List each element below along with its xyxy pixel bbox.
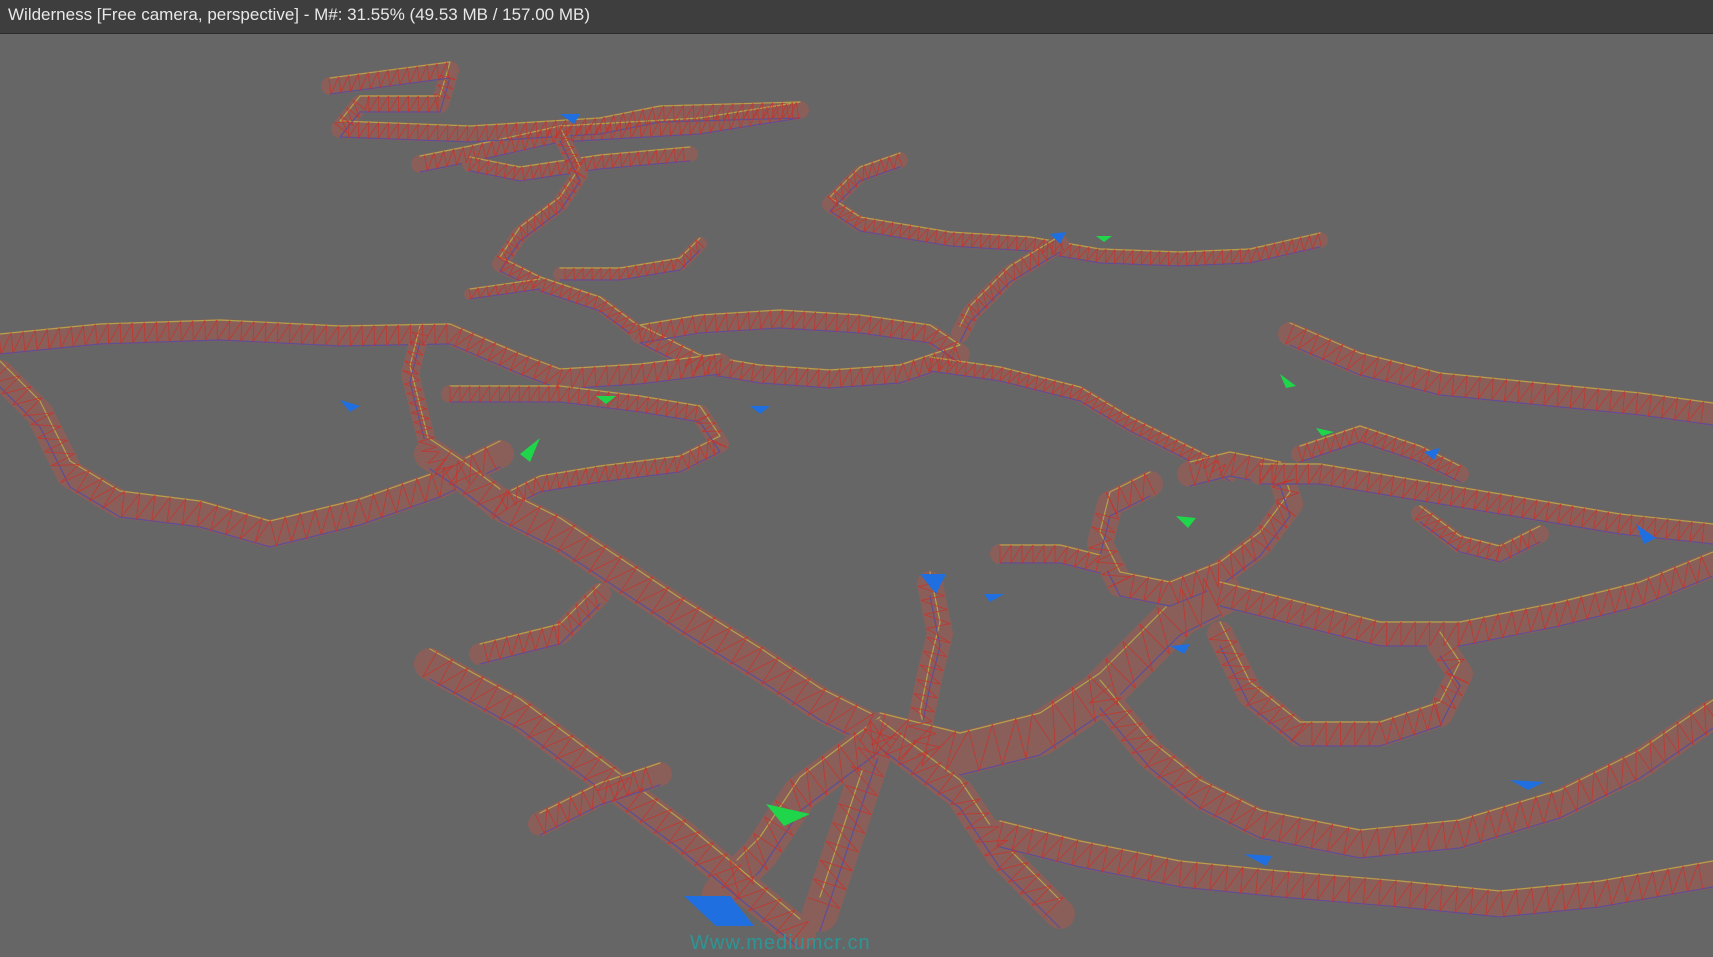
- navmesh-path-25: [1207, 551, 1713, 647]
- mesh-edge: [421, 450, 440, 453]
- blue-marker-triangle: [750, 406, 770, 414]
- mesh-edge: [1122, 249, 1125, 264]
- mesh-edge: [1131, 250, 1134, 265]
- mesh-edge: [1230, 249, 1233, 264]
- blue-marker-triangle: [340, 400, 360, 412]
- navmesh-path-9: [0, 319, 731, 390]
- mesh-edge: [192, 320, 194, 341]
- mesh-edge: [1149, 250, 1152, 265]
- editor-window: Wilderness [Free camera, perspective] - …: [0, 0, 1713, 957]
- navmesh-path-26: [1249, 463, 1713, 545]
- title-bar[interactable]: Wilderness [Free camera, perspective] - …: [0, 0, 1713, 34]
- mesh-edge: [1167, 251, 1170, 266]
- mesh-edge: [357, 121, 360, 138]
- mesh-edge: [1194, 251, 1197, 266]
- mesh-edge: [862, 165, 865, 181]
- green-marker-triangle: [1280, 374, 1296, 388]
- blue-marker-triangle: [984, 594, 1004, 602]
- mesh-edge: [347, 121, 350, 138]
- mesh-edge: [119, 323, 122, 344]
- window-title: Wilderness [Free camera, perspective] - …: [8, 5, 591, 24]
- mesh-edge: [1217, 559, 1220, 588]
- mesh-edge: [377, 122, 380, 139]
- mesh-edge: [436, 124, 439, 141]
- mesh-edge: [1158, 251, 1161, 266]
- watermark-text: Www.mediumcr.cn: [690, 932, 871, 954]
- green-marker-triangle: [1176, 516, 1196, 528]
- navmesh-path-13: [483, 487, 897, 751]
- mesh-edge: [417, 123, 419, 141]
- mesh-edge: [1140, 250, 1143, 265]
- mesh-edge: [143, 322, 146, 343]
- mesh-edge: [216, 320, 219, 341]
- navmesh-edge-yellow: [1099, 679, 1713, 831]
- navmesh-wireframe: [0, 61, 1713, 950]
- mesh-edge: [427, 124, 429, 141]
- mesh-edge: [1212, 250, 1215, 265]
- mesh-edge: [367, 122, 370, 139]
- navmesh-path-8: [922, 356, 1238, 482]
- mesh-edge: [168, 321, 170, 342]
- green-marker-triangle: [1096, 236, 1112, 242]
- mesh-edge: [131, 322, 134, 343]
- mesh-edge: [1185, 251, 1188, 266]
- blue-marker-triangle: [1244, 854, 1272, 866]
- mesh-edge: [204, 320, 206, 341]
- blue-marker-triangle: [1510, 780, 1544, 790]
- mesh-edge: [387, 122, 390, 139]
- navmesh-path-28: [1278, 322, 1713, 426]
- mesh-edge: [1239, 249, 1242, 264]
- green-marker-triangle: [520, 438, 540, 462]
- mesh-edge: [1176, 251, 1179, 266]
- mesh-edge: [702, 430, 721, 433]
- mesh-edge: [1221, 250, 1224, 265]
- mesh-edge: [696, 422, 716, 424]
- mesh-edge: [466, 125, 469, 142]
- navmesh-paths: [0, 61, 1713, 950]
- mesh-edge: [155, 322, 158, 343]
- mesh-edge: [446, 125, 449, 142]
- mesh-edge: [1113, 249, 1116, 264]
- mesh-edge: [107, 323, 110, 344]
- mesh-edge: [1203, 250, 1206, 265]
- 3d-viewport[interactable]: Www.mediumcr.cn: [0, 34, 1713, 957]
- mesh-edge: [397, 123, 399, 140]
- navmesh-path-3: [553, 237, 707, 281]
- mesh-edge: [407, 123, 409, 140]
- mesh-edge: [1104, 249, 1107, 264]
- mesh-edge: [180, 321, 182, 342]
- mesh-edge: [456, 125, 459, 142]
- navmesh-path-15: [469, 583, 611, 665]
